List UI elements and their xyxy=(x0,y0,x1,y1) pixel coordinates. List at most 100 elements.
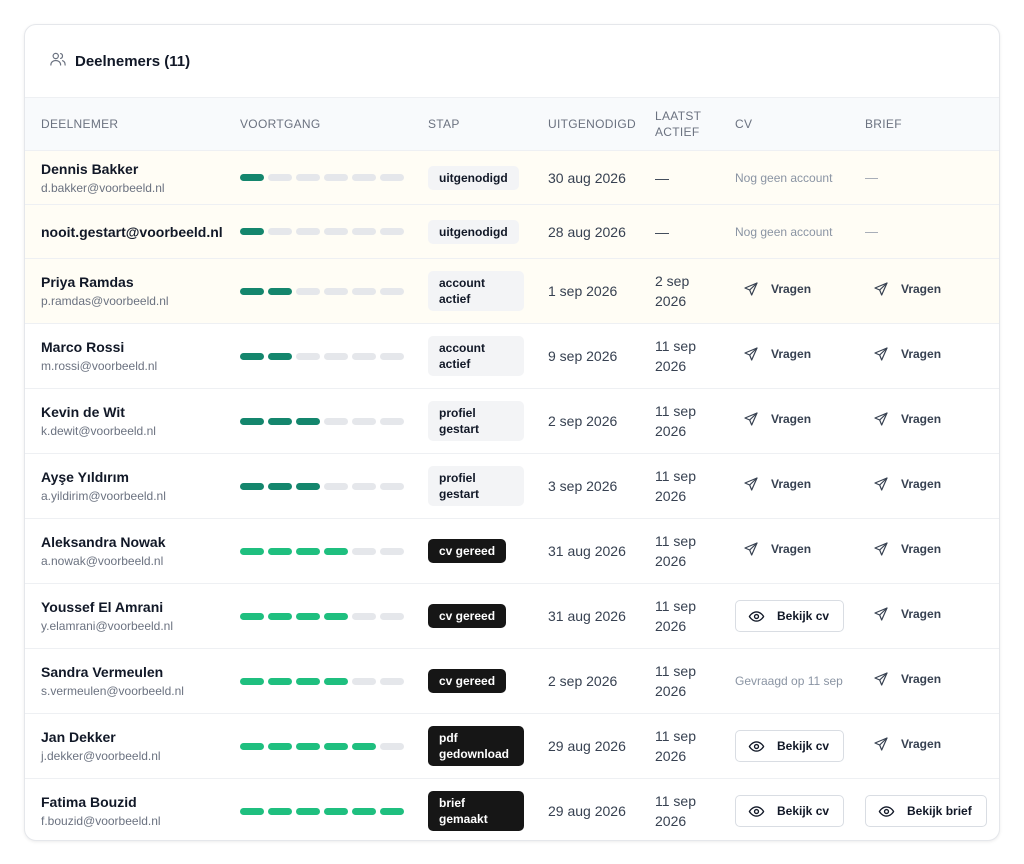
col-cv[interactable]: CV xyxy=(735,98,865,151)
letter-cell: Vragen xyxy=(865,648,999,714)
cv-view-button[interactable]: Bekijk cv xyxy=(735,730,845,762)
col-participant[interactable]: DEELNEMER xyxy=(25,98,240,151)
send-icon xyxy=(873,541,889,557)
table-row[interactable]: Aleksandra Nowak a.nowak@voorbeeld.nl cv… xyxy=(25,518,999,584)
cv-request-button[interactable]: Vragen xyxy=(735,346,811,362)
letter-cell: Vragen xyxy=(865,713,999,779)
last-active-line2: 2026 xyxy=(655,748,687,764)
progress-cell xyxy=(240,583,428,649)
participant-email: y.elamrani@voorbeeld.nl xyxy=(41,619,174,633)
step-badge: profiel gestart xyxy=(428,466,524,506)
progress-segment xyxy=(352,287,376,295)
last-active-cell: 11 sep 2026 xyxy=(655,388,735,454)
participant-name: Marco Rossi xyxy=(41,339,125,355)
participant-cell: nooit.gestart@voorbeeld.nl xyxy=(25,204,240,259)
col-step[interactable]: STAP xyxy=(428,98,548,151)
table-row[interactable]: Youssef El Amrani y.elamrani@voorbeeld.n… xyxy=(25,583,999,649)
table-row[interactable]: Dennis Bakker d.bakker@voorbeeld.nl uitg… xyxy=(25,150,999,205)
cv-cell: Nog geen account xyxy=(735,204,865,259)
progress-cell xyxy=(240,453,428,519)
progress-segment xyxy=(324,807,348,815)
cv-request-button[interactable]: Vragen xyxy=(735,476,811,492)
invited-cell: 3 sep 2026 xyxy=(548,453,655,519)
cv-cell: Vragen xyxy=(735,323,865,389)
eye-icon xyxy=(748,608,765,625)
send-icon xyxy=(743,541,759,557)
cv-request-button[interactable]: Vragen xyxy=(735,541,811,557)
eye-icon xyxy=(748,738,765,755)
progress-cell xyxy=(240,779,428,841)
col-last-active[interactable]: LAATST ACTIEF xyxy=(655,98,735,151)
table-row[interactable]: nooit.gestart@voorbeeld.nl uitgenodigd 2… xyxy=(25,204,999,259)
cv-view-label: Bekijk cv xyxy=(777,609,830,623)
participant-name: Jan Dekker xyxy=(41,729,116,745)
col-letter[interactable]: BRIEF xyxy=(865,98,999,151)
progress-segment xyxy=(240,482,264,490)
last-active-line2: 2026 xyxy=(655,618,687,634)
letter-request-label: Vragen xyxy=(901,476,942,491)
send-icon xyxy=(743,411,759,427)
progress-cell xyxy=(240,204,428,259)
last-active-line1: — xyxy=(655,169,669,186)
table-row[interactable]: Fatima Bouzid f.bouzid@voorbeeld.nl brie… xyxy=(25,779,999,841)
progress-segment xyxy=(268,174,292,181)
table-row[interactable]: Marco Rossi m.rossi@voorbeeld.nl account… xyxy=(25,323,999,389)
send-icon xyxy=(873,671,889,687)
letter-view-button[interactable]: Bekijk brief xyxy=(865,795,987,827)
letter-empty: — xyxy=(865,169,878,185)
letter-request-button[interactable]: Vragen xyxy=(865,346,941,362)
step-badge: cv gereed xyxy=(428,669,507,693)
letter-request-button[interactable]: Vragen xyxy=(865,411,941,427)
participant-email: j.dekker@voorbeeld.nl xyxy=(41,749,161,763)
progress-bar xyxy=(240,742,428,750)
letter-request-button[interactable]: Vragen xyxy=(865,606,941,622)
progress-segment xyxy=(268,807,292,815)
col-invited[interactable]: UITGENODIGD xyxy=(548,98,655,151)
table-row[interactable]: Ayşe Yıldırım a.yildirim@voorbeeld.nl pr… xyxy=(25,453,999,519)
progress-bar xyxy=(240,677,428,685)
progress-cell xyxy=(240,648,428,714)
table-row[interactable]: Kevin de Wit k.dewit@voorbeeld.nl profie… xyxy=(25,388,999,454)
participant-cell: Marco Rossi m.rossi@voorbeeld.nl xyxy=(25,323,240,389)
progress-segment xyxy=(324,287,348,295)
table-row[interactable]: Priya Ramdas p.ramdas@voorbeeld.nl accou… xyxy=(25,258,999,324)
cv-cell: Vragen xyxy=(735,258,865,324)
step-cell: profiel gestart xyxy=(428,453,548,519)
cv-request-button[interactable]: Vragen xyxy=(735,281,811,297)
letter-request-button[interactable]: Vragen xyxy=(865,476,941,492)
last-active-line2: 2026 xyxy=(655,813,687,829)
progress-segment xyxy=(380,287,404,295)
letter-request-button[interactable]: Vragen xyxy=(865,671,941,687)
cv-view-button[interactable]: Bekijk cv xyxy=(735,795,845,827)
cv-status: Nog geen account xyxy=(735,170,833,185)
cv-request-label: Vragen xyxy=(771,411,812,426)
col-last-active-line2: ACTIEF xyxy=(655,125,700,139)
cv-view-label: Bekijk cv xyxy=(777,739,830,753)
progress-segment xyxy=(352,547,376,555)
progress-cell xyxy=(240,388,428,454)
cv-view-label: Bekijk cv xyxy=(777,804,830,818)
participant-name: Sandra Vermeulen xyxy=(41,664,164,680)
table-row[interactable]: Sandra Vermeulen s.vermeulen@voorbeeld.n… xyxy=(25,648,999,714)
col-progress[interactable]: VOORTGANG xyxy=(240,98,428,151)
table-row[interactable]: Jan Dekker j.dekker@voorbeeld.nl pdf ged… xyxy=(25,713,999,779)
send-icon xyxy=(873,346,889,362)
progress-segment xyxy=(268,547,292,555)
last-active-line1: — xyxy=(655,223,669,240)
step-badge: profiel gestart xyxy=(428,401,524,441)
letter-request-button[interactable]: Vragen xyxy=(865,736,941,752)
participant-name: Dennis Bakker xyxy=(41,160,139,177)
last-active-line1: 11 sep xyxy=(655,403,696,419)
cv-request-button[interactable]: Vragen xyxy=(735,411,811,427)
participant-cell: Youssef El Amrani y.elamrani@voorbeeld.n… xyxy=(25,583,240,649)
progress-segment xyxy=(240,742,264,750)
progress-segment xyxy=(324,482,348,490)
cv-cell: Vragen xyxy=(735,453,865,519)
step-badge: pdf gedownload xyxy=(428,726,524,766)
cv-cell: Vragen xyxy=(735,518,865,584)
letter-request-button[interactable]: Vragen xyxy=(865,281,941,297)
progress-segment xyxy=(268,482,292,490)
letter-request-button[interactable]: Vragen xyxy=(865,541,941,557)
progress-segment xyxy=(268,287,292,295)
cv-view-button[interactable]: Bekijk cv xyxy=(735,600,845,632)
